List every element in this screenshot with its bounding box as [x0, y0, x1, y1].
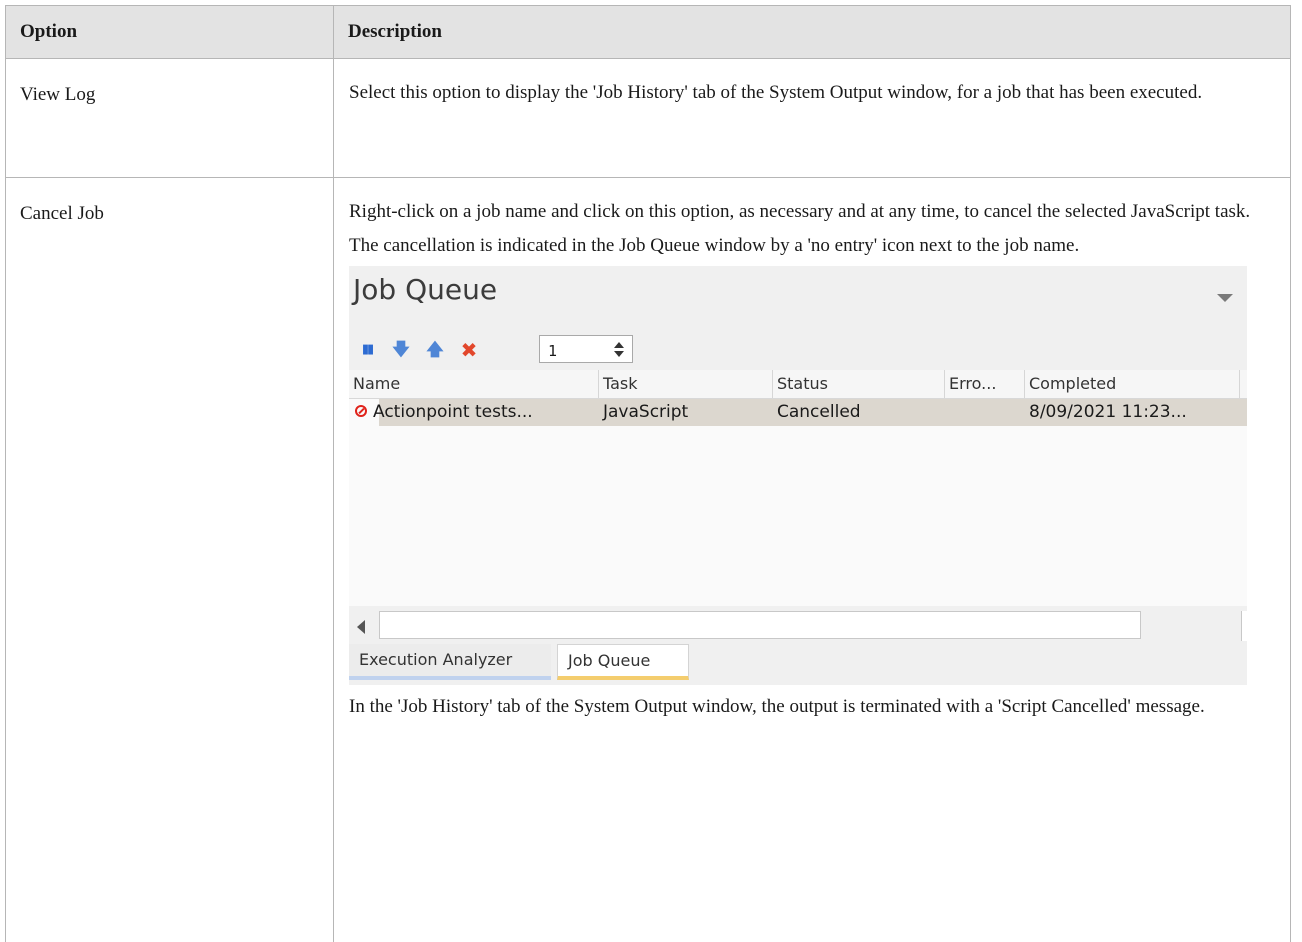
- scrollbar-corner: [1241, 611, 1247, 641]
- header-description: Description: [334, 6, 1291, 59]
- stepper-down-icon[interactable]: [614, 351, 624, 357]
- table-header-row: Option Description: [6, 6, 1291, 59]
- job-name: Actionpoint tests...: [373, 399, 533, 426]
- move-down-button[interactable]: 🡇: [391, 339, 411, 361]
- move-up-button[interactable]: 🡅: [425, 339, 445, 361]
- column-header-completed[interactable]: Completed: [1025, 370, 1240, 398]
- table-row: View Log Select this option to display t…: [6, 59, 1291, 178]
- column-header-error[interactable]: Erro...: [945, 370, 1025, 398]
- no-entry-icon: [355, 405, 367, 417]
- stepper-up-icon[interactable]: [614, 342, 624, 348]
- horizontal-scrollbar[interactable]: [349, 610, 1247, 642]
- tab-execution-analyzer[interactable]: Execution Analyzer: [349, 644, 551, 680]
- description-paragraph-3: In the 'Job History' tab of the System O…: [349, 695, 1278, 719]
- thread-count-stepper[interactable]: 1: [539, 335, 633, 363]
- job-queue-title: Job Queue: [353, 278, 497, 302]
- bottom-tab-strip: Execution Analyzer Job Queue: [349, 644, 1247, 685]
- stepper-arrows[interactable]: [612, 338, 626, 360]
- pause-icon: ▮▮: [362, 338, 372, 362]
- job-completed: 8/09/2021 11:23...: [1029, 399, 1187, 426]
- table-row[interactable]: Actionpoint tests... JavaScript Cancelle…: [349, 399, 1247, 426]
- chevron-down-icon[interactable]: [1217, 294, 1233, 302]
- option-view-log: View Log: [6, 59, 334, 178]
- scrollbar-track[interactable]: [379, 611, 1141, 639]
- scroll-left-icon[interactable]: [357, 620, 365, 634]
- job-status: Cancelled: [777, 399, 861, 426]
- table-row: Cancel Job Right-click on a job name and…: [6, 178, 1291, 942]
- pause-button[interactable]: ▮▮: [357, 339, 377, 361]
- cancel-icon: ✖: [461, 338, 478, 362]
- stepper-value: 1: [548, 339, 557, 363]
- column-header-status[interactable]: Status: [773, 370, 945, 398]
- description-text: Select this option to display the 'Job H…: [349, 81, 1278, 105]
- cancel-job-button[interactable]: ✖: [459, 339, 479, 361]
- description-paragraph-2: The cancellation is indicated in the Job…: [349, 234, 1278, 258]
- tab-job-queue[interactable]: Job Queue: [557, 644, 689, 680]
- job-queue-toolbar: ▮▮ 🡇 🡅 ✖: [357, 338, 479, 362]
- options-table: Option Description View Log Select this …: [5, 5, 1291, 942]
- job-queue-window: Job Queue ▮▮ 🡇 🡅 ✖: [349, 266, 1247, 685]
- description-cancel-job: Right-click on a job name and click on t…: [334, 178, 1291, 942]
- job-list-header: Name Task Status Erro... Completed: [349, 370, 1247, 399]
- move-up-icon: 🡅: [426, 338, 443, 362]
- column-header-name[interactable]: Name: [349, 370, 599, 398]
- description-view-log: Select this option to display the 'Job H…: [334, 59, 1291, 178]
- header-option: Option: [6, 6, 334, 59]
- job-task: JavaScript: [603, 399, 688, 426]
- description-paragraph-1: Right-click on a job name and click on t…: [349, 200, 1278, 224]
- move-down-icon: 🡇: [392, 338, 409, 362]
- option-cancel-job: Cancel Job: [6, 178, 334, 942]
- column-header-task[interactable]: Task: [599, 370, 773, 398]
- job-list: Name Task Status Erro... Completed Actio…: [349, 370, 1247, 606]
